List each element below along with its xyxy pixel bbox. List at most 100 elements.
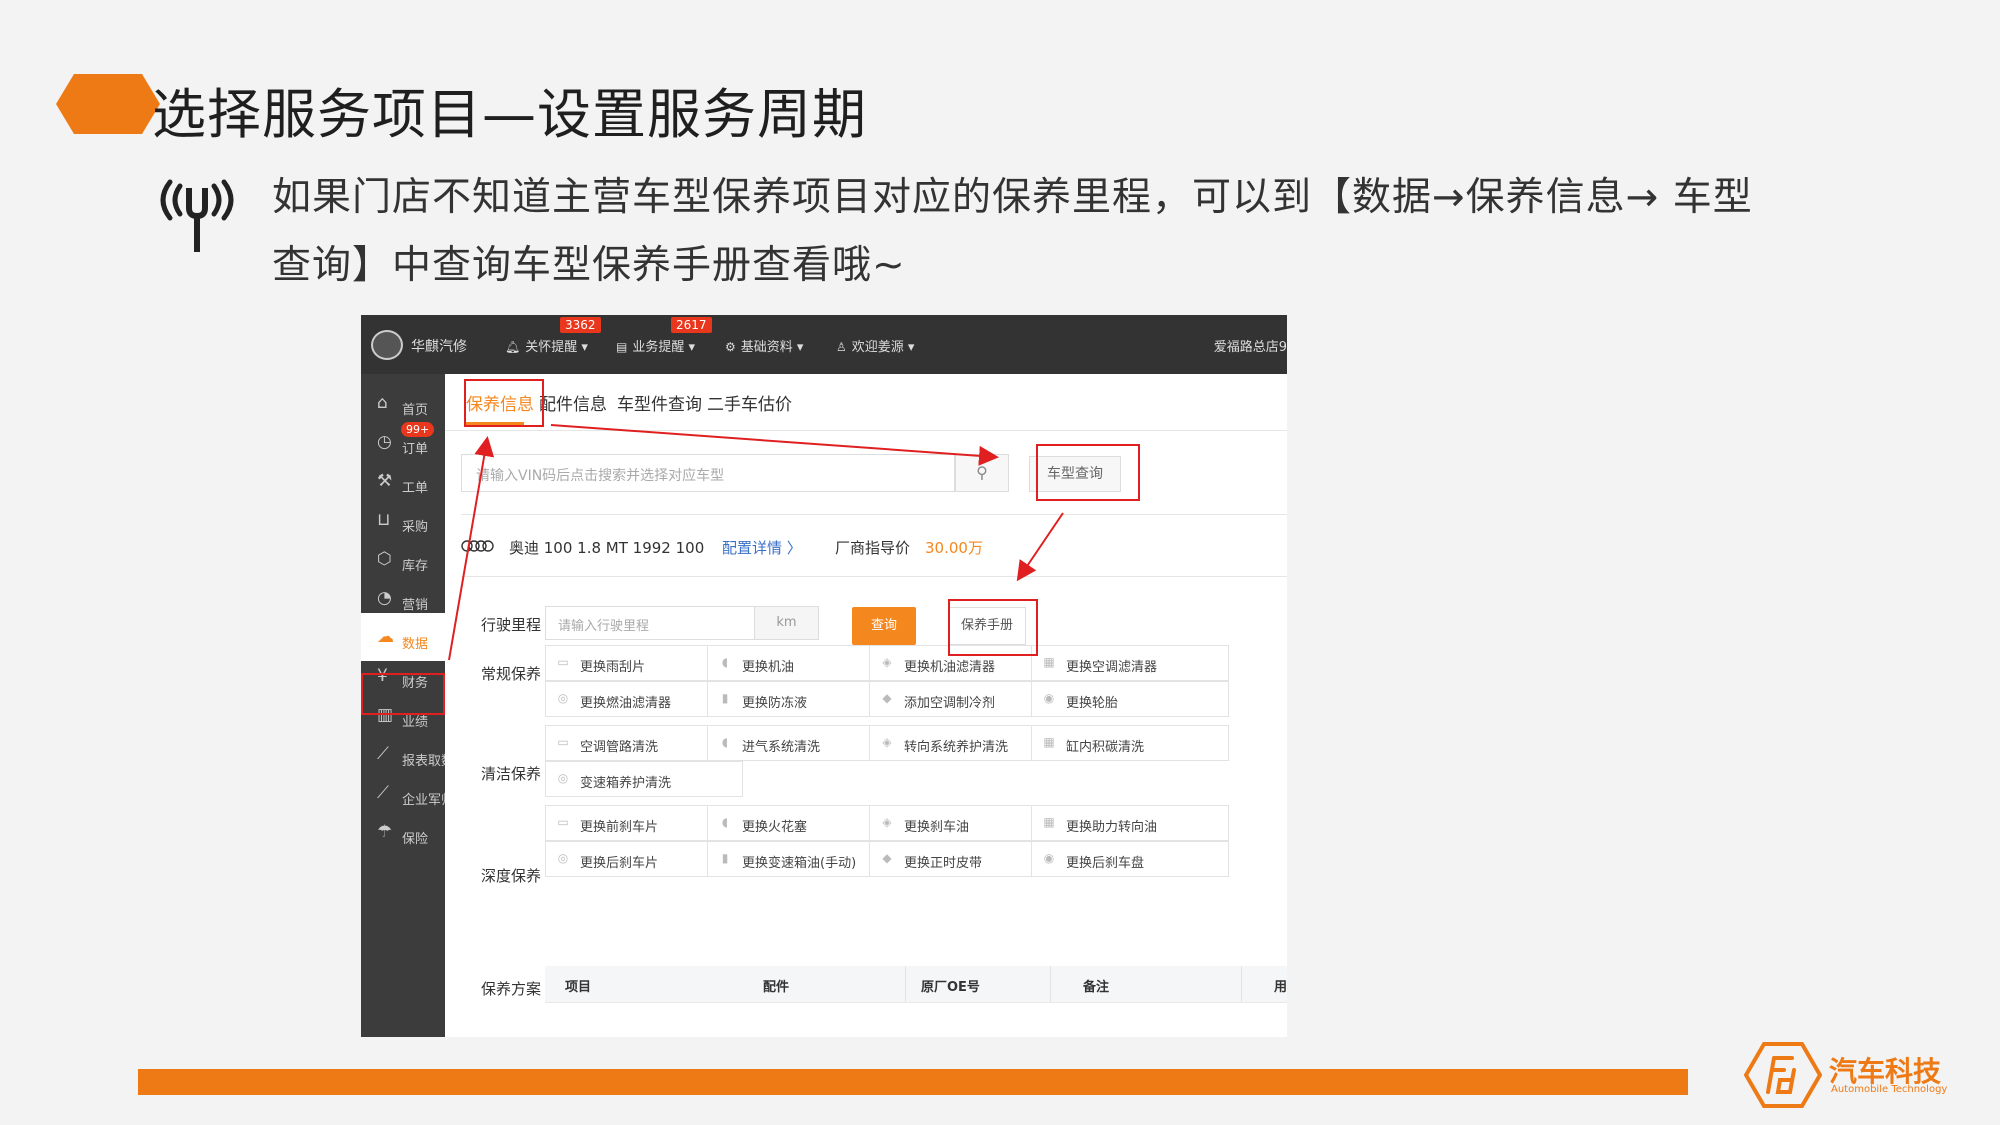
line-chart-icon: ⟋ [377, 744, 389, 764]
service-item-label: 更换机油滤清器 [904, 660, 996, 675]
service-item-label: 更换变速箱油(手动) [742, 856, 857, 871]
plan-col-part: 配件 [763, 980, 790, 995]
service-item-icon: ▮ [721, 691, 729, 705]
tab-used-car-valuation[interactable]: 二手车估价 [707, 390, 792, 415]
umbrella-icon: ☂ [377, 822, 393, 842]
mileage-label: 行驶里程 [481, 616, 542, 634]
category-label-deep: 深度保养 [481, 867, 542, 885]
service-item-label: 转向系统养护清洗 [904, 740, 1009, 755]
nav-base-data[interactable]: ⚙ 基础资料 ▾ [725, 336, 803, 355]
plan-label: 保养方案 [481, 980, 542, 998]
service-item-icon: ◎ [557, 691, 569, 705]
highlight-model-query [1036, 444, 1140, 501]
trend-icon: ⟋ [377, 783, 389, 803]
plan-col-separator [1050, 966, 1051, 1002]
service-item-icon: ▦ [1043, 655, 1055, 669]
service-item-icon: ◈ [882, 655, 892, 669]
highlight-maintenance-manual [948, 599, 1038, 656]
service-item-icon: ▭ [557, 815, 569, 829]
sidebar-item-11[interactable]: ☂ 保险 [361, 808, 445, 856]
app-screenshot: 华麒汽修 🔔︎ 关怀提醒 ▾ 3362 ▤ 业务提醒 ▾ 2617 ⚙ 基础资料 ▾ … [361, 315, 1287, 1037]
order-count-badge: 99+ [401, 422, 435, 437]
service-item[interactable]: ▦ 更换空调滤清器 [1031, 645, 1229, 681]
store-name[interactable]: 爱福路总店9 [1214, 336, 1287, 355]
vin-search-input[interactable]: 请输入VIN码后点击搜索并选择对应车型 [461, 454, 955, 492]
service-item-label: 进气系统清洗 [742, 740, 821, 755]
mileage-query-button[interactable]: 查询 [852, 607, 916, 645]
nav-care-reminder[interactable]: 🔔︎ 关怀提醒 ▾ [505, 336, 588, 355]
business-reminder-badge: 2617 [671, 317, 712, 333]
nav-user-menu[interactable]: ♙ 欢迎姜源 ▾ [836, 336, 914, 355]
service-item-icon: ◖ [721, 735, 729, 749]
service-item-label: 更换机油 [742, 660, 795, 675]
bell-icon: 🔔︎ [505, 340, 521, 354]
service-item-label: 更换防冻液 [742, 696, 808, 711]
plan-col-item: 项目 [565, 980, 592, 995]
pie-icon: ◔ [377, 588, 392, 608]
wrench-icon: ⚒ [377, 471, 393, 491]
company-subtitle: Automobile Technology [1831, 1084, 1948, 1095]
tab-divider [445, 430, 1287, 431]
sidebar-item-label: 数据 [402, 637, 429, 652]
nav-business-reminder[interactable]: ▤ 业务提醒 ▾ [616, 336, 695, 355]
category-label-cleaning: 清洁保养 [481, 765, 542, 783]
service-item-icon: ▮ [721, 851, 729, 865]
service-item-icon: ◎ [557, 771, 569, 785]
service-item-icon: ◉ [1043, 851, 1055, 865]
service-item-icon: ▭ [557, 735, 569, 749]
service-item-label: 更换空调滤清器 [1066, 660, 1158, 675]
service-item-icon: ◖ [721, 655, 729, 669]
clipboard-icon: ▤ [616, 340, 628, 354]
search-button[interactable]: ⚲ [955, 454, 1009, 492]
service-item-label: 变速箱养护清洗 [580, 776, 672, 791]
section-divider [461, 514, 1287, 515]
service-item-icon: ◆ [882, 691, 892, 705]
service-item-label: 添加空调制冷剂 [904, 696, 996, 711]
sidebar-item-label: 工单 [402, 481, 429, 496]
service-item-label: 空调管路清洗 [580, 740, 659, 755]
slide-title: 选择服务项目—设置服务周期 [152, 83, 867, 146]
hexagon-bullet-icon [56, 74, 160, 134]
service-item-label: 更换助力转向油 [1066, 820, 1158, 835]
service-item[interactable]: ◉ 更换后刹车盘 [1031, 841, 1229, 877]
sidebar-item-label: 营销 [402, 598, 429, 613]
service-item-label: 缸内积碳清洗 [1066, 740, 1145, 755]
company-logo-icon [1744, 1042, 1822, 1108]
footer-accent-bar [138, 1069, 1688, 1095]
service-item-icon: ◈ [882, 815, 892, 829]
service-item-label: 更换前刹车片 [580, 820, 659, 835]
config-detail-link[interactable]: 配置详情 〉 [722, 537, 802, 558]
service-item-label: 更换刹车油 [904, 820, 970, 835]
app-logo-text: 华麒汽修 [411, 339, 467, 355]
tab-parts-info[interactable]: 配件信息 [539, 390, 607, 415]
box-icon: ⬡ [377, 549, 392, 569]
audi-logo-icon [461, 540, 494, 552]
plan-col-separator [905, 966, 906, 1002]
service-item[interactable]: ◎ 变速箱养护清洗 [545, 761, 743, 797]
plan-col-separator [1241, 966, 1242, 1002]
service-item-label: 更换雨刮片 [580, 660, 646, 675]
search-icon: ⚲ [976, 463, 988, 482]
service-item-label: 更换后刹车片 [580, 856, 659, 871]
category-label-regular: 常规保养 [481, 665, 542, 683]
antenna-icon [160, 179, 234, 252]
service-item-label: 更换火花塞 [742, 820, 808, 835]
mileage-input[interactable]: 请输入行驶里程 [545, 606, 755, 640]
service-item-icon: ◎ [557, 851, 569, 865]
service-item[interactable]: ▦ 更换助力转向油 [1031, 805, 1229, 841]
section-divider [461, 576, 1287, 577]
service-item[interactable]: ◉ 更换轮胎 [1031, 681, 1229, 717]
service-item-icon: ◈ [882, 735, 892, 749]
care-reminder-badge: 3362 [560, 317, 601, 333]
sidebar-item-label: 库存 [402, 559, 429, 574]
service-item-label: 更换轮胎 [1066, 696, 1119, 711]
service-item-icon: ◆ [882, 851, 892, 865]
tab-model-parts-query[interactable]: 车型件查询 [617, 390, 702, 415]
gear-icon: ⚙ [725, 340, 736, 354]
slide-description: 如果门店不知道主营车型保养项目对应的保养里程，可以到【数据→保养信息→ 车型查询… [272, 175, 1753, 288]
user-icon: ♙ [836, 340, 847, 354]
service-item-icon: ◉ [1043, 691, 1055, 705]
car-model-name: 奥迪 100 1.8 MT 1992 100 [509, 539, 705, 557]
service-item[interactable]: ▦ 缸内积碳清洗 [1031, 725, 1229, 761]
main-content: 保养信息 配件信息 车型件查询 二手车估价 请输入VIN码后点击搜索并选择对应车… [445, 374, 1287, 1037]
